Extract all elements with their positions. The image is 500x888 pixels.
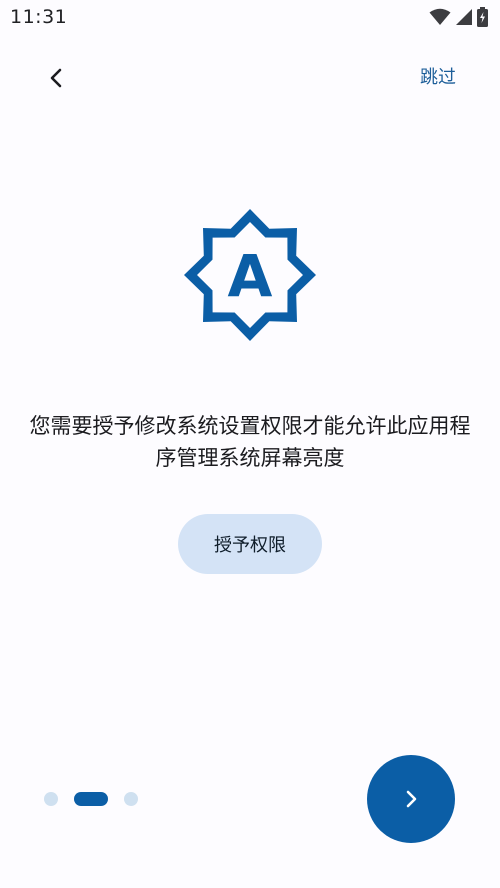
onboarding-screen: 11:31 跳过 A 您需要授予修改系统设置权限才能允许此应用程序管理系统屏幕亮… [0,0,500,888]
chevron-left-icon [50,68,62,88]
permission-description: 您需要授予修改系统设置权限才能允许此应用程序管理系统屏幕亮度 [29,414,471,470]
skip-button[interactable]: 跳过 [406,62,470,94]
hero-glyph: A [228,242,273,310]
page-indicator [44,792,138,806]
wifi-icon [429,8,451,25]
grant-permission-button[interactable]: 授予权限 [178,514,322,574]
status-bar: 11:31 [0,0,500,36]
status-icons [429,7,488,27]
battery-charging-icon [477,7,488,27]
page-dot-1 [44,792,58,806]
cellular-signal-icon [456,9,472,25]
next-button[interactable] [367,755,455,843]
chevron-right-icon [406,790,417,808]
auto-brightness-icon: A [184,209,316,341]
status-time: 11:31 [10,6,68,28]
back-button[interactable] [36,58,76,98]
page-dot-2-active [74,792,108,806]
page-dot-3 [124,792,138,806]
